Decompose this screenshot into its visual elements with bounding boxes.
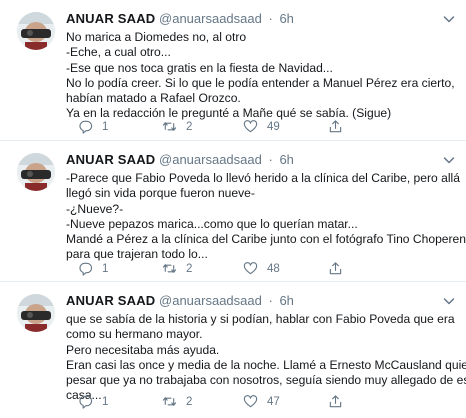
avatar[interactable] [17, 12, 55, 50]
chevron-down-icon[interactable] [440, 292, 458, 310]
like-button[interactable]: 48 [243, 261, 280, 276]
chevron-down-icon[interactable] [440, 151, 458, 169]
heart-icon [243, 262, 258, 275]
tweet-text-line: Eran casi las once y media de la noche. … [66, 357, 466, 372]
tweet-header: ANUAR SAAD @anuarsaadsaad · 6h [66, 293, 294, 309]
tweet-text-line: No marica a Diomedes no, al otro [66, 30, 247, 44]
tweet[interactable]: ANUAR SAAD @anuarsaadsaad · 6h -Parece q… [0, 141, 466, 282]
like-count: 49 [267, 120, 280, 133]
tweet-text-line: como su hermano mayor. [66, 327, 203, 342]
separator-dot: · [268, 293, 273, 308]
retweet-icon [162, 122, 177, 131]
tweet-actions: 1 2 49 [78, 119, 408, 137]
retweet-button[interactable]: 2 [162, 119, 192, 134]
reply-count: 1 [102, 395, 109, 408]
reply-count: 1 [102, 262, 109, 275]
tweet-text-line: -¿Nueve?- [66, 201, 124, 216]
like-button[interactable]: 49 [243, 119, 280, 134]
reply-count: 1 [102, 120, 109, 133]
author-handle[interactable]: @anuarsaadsaad [159, 11, 262, 26]
avatar[interactable] [17, 153, 55, 191]
reply-icon [79, 395, 93, 409]
reply-button[interactable]: 1 [78, 261, 108, 276]
reply-button[interactable]: 1 [78, 394, 108, 409]
reply-icon [79, 120, 93, 134]
chevron-down-icon[interactable] [440, 10, 458, 28]
tweet-text-line: llegó sin vida porque fueron nueve- [66, 186, 255, 201]
tweet-text-line: pesar que ya no trabajaba con nosotros, … [66, 373, 466, 388]
like-count: 48 [267, 262, 280, 275]
author-name[interactable]: ANUAR SAAD [66, 152, 155, 167]
share-icon [329, 395, 342, 408]
tweet-header: ANUAR SAAD @anuarsaadsaad · 6h [66, 11, 294, 27]
tweet-header: ANUAR SAAD @anuarsaadsaad · 6h [66, 152, 294, 168]
tweet-text-line: Pero necesitaba más ayuda. [66, 342, 220, 357]
heart-icon [243, 395, 258, 408]
author-handle[interactable]: @anuarsaadsaad [159, 152, 262, 167]
retweet-count: 2 [186, 120, 193, 133]
tweet-text-line: -Parece que Fabio Poveda lo llevó herido… [66, 171, 460, 185]
like-button[interactable]: 47 [243, 394, 280, 409]
tweet-timestamp[interactable]: 6h [279, 293, 293, 308]
tweet-text-line: habían matado a Rafael Orozco. [66, 91, 241, 106]
tweet-text-line: No lo podía creer. Si lo que le podía en… [66, 75, 455, 90]
tweet-timestamp[interactable]: 6h [279, 11, 293, 26]
author-name[interactable]: ANUAR SAAD [66, 293, 155, 308]
avatar[interactable] [17, 294, 55, 332]
tweet-text-line: -Eche, a cual otro... [66, 45, 171, 60]
retweet-button[interactable]: 2 [162, 394, 192, 409]
tweet-text-line: -Ese que nos toca gratis en la fiesta de… [66, 60, 333, 75]
tweet[interactable]: ANUAR SAAD @anuarsaadsaad · 6h No marica… [0, 0, 466, 141]
tweet-thread: ANUAR SAAD @anuarsaadsaad · 6h No marica… [0, 0, 466, 418]
tweet[interactable]: ANUAR SAAD @anuarsaadsaad · 6h que se sa… [0, 282, 466, 418]
retweet-icon [162, 264, 177, 273]
reply-icon [79, 262, 93, 276]
retweet-count: 2 [186, 262, 193, 275]
reply-button[interactable]: 1 [78, 119, 108, 134]
tweet-text: -Parece que Fabio Poveda lo llevó herido… [66, 171, 466, 263]
separator-dot: · [268, 11, 273, 26]
share-icon [329, 262, 342, 275]
separator-dot: · [268, 152, 273, 167]
share-button[interactable] [328, 394, 343, 409]
tweet-text-line: -Nueve pepazos marica...como que lo quer… [66, 216, 358, 231]
share-icon [329, 120, 342, 133]
tweet-text-line: que se sabía de la historia y si podían,… [66, 312, 455, 326]
tweet-text-line: Mandé a Pérez a la clínica del Caribe ju… [66, 232, 466, 247]
tweet-actions: 1 2 48 [78, 261, 408, 279]
retweet-count: 2 [186, 395, 193, 408]
retweet-icon [162, 397, 177, 406]
tweet-timestamp[interactable]: 6h [279, 152, 293, 167]
author-handle[interactable]: @anuarsaadsaad [159, 293, 262, 308]
tweet-text: No marica a Diomedes no, al otro -Eche, … [66, 30, 458, 122]
retweet-button[interactable]: 2 [162, 261, 192, 276]
author-name[interactable]: ANUAR SAAD [66, 11, 155, 26]
heart-icon [243, 120, 258, 133]
share-button[interactable] [328, 119, 343, 134]
tweet-text: que se sabía de la historia y si podían,… [66, 312, 466, 404]
share-button[interactable] [328, 261, 343, 276]
tweet-actions: 1 2 47 [78, 394, 408, 412]
like-count: 47 [267, 395, 280, 408]
